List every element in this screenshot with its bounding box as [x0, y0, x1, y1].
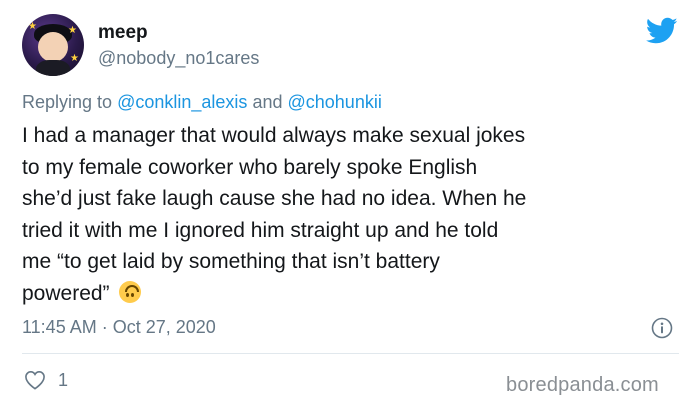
tweet-timestamp[interactable]: 11:45 AM · Oct 27, 2020: [22, 317, 216, 338]
heart-icon[interactable]: [24, 370, 46, 390]
divider: [22, 353, 679, 354]
tweet-text-line: me “to get laid by something that isn’t …: [22, 250, 440, 273]
tweet-text-line: tried it with me I ignored him straight …: [22, 218, 499, 242]
avatar[interactable]: ★ ★ ★: [22, 14, 84, 76]
reply-mention[interactable]: @conklin_alexis: [117, 92, 247, 112]
reply-mention[interactable]: @chohunkii: [288, 92, 382, 112]
star-icon: ★: [70, 53, 79, 64]
upside-down-face-icon: [119, 280, 142, 303]
avatar-face: [38, 32, 68, 62]
tweet-text-line: I had a manager that would always make s…: [22, 124, 526, 147]
tweet-text-line: to my female coworker who barely spoke E…: [22, 155, 478, 179]
author-name[interactable]: meep: [98, 22, 148, 44]
avatar-body: [36, 60, 70, 76]
twitter-bird-icon[interactable]: [646, 17, 678, 45]
watermark: boredpanda.com: [506, 374, 659, 396]
reply-context: Replying to @conklin_alexis and @chohunk…: [22, 92, 382, 113]
like-count: 1: [58, 370, 69, 390]
star-icon: ★: [68, 25, 77, 36]
tweet-text-line: powered”: [22, 281, 110, 305]
tweet-text-line-last: powered”: [22, 278, 687, 310]
author-handle[interactable]: @nobody_no1cares: [98, 48, 259, 69]
reply-prefix: Replying to: [22, 92, 113, 112]
tweet-text: I had a manager that would always make s…: [22, 120, 687, 309]
star-icon: ★: [28, 21, 37, 32]
tweet-text-line: she’d just fake laugh cause she had no i…: [22, 187, 527, 210]
reply-joiner: and: [252, 92, 283, 112]
info-icon[interactable]: [651, 317, 673, 339]
